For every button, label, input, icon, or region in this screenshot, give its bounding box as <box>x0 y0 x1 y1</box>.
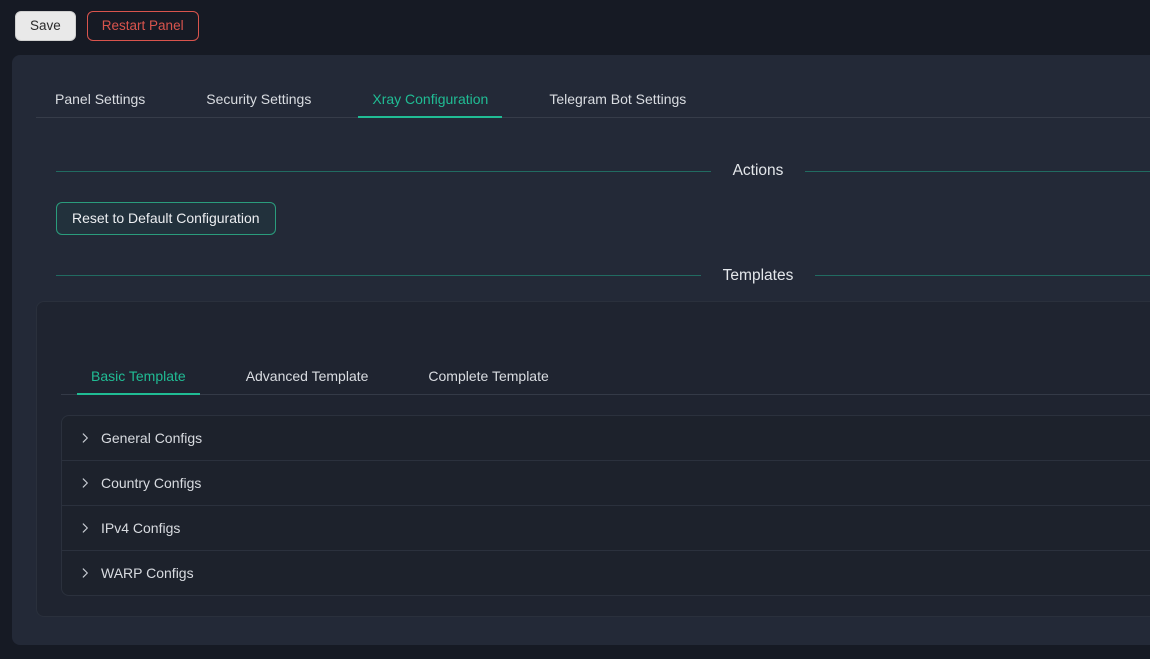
tab-panel-settings[interactable]: Panel Settings <box>41 81 159 117</box>
collapse-label: WARP Configs <box>101 565 194 581</box>
chevron-right-icon <box>78 521 92 535</box>
restart-panel-button[interactable]: Restart Panel <box>87 11 199 41</box>
templates-divider-label: Templates <box>723 267 794 285</box>
collapse-general-configs[interactable]: General Configs <box>62 416 1150 461</box>
template-collapse-group: General Configs Country Configs IPv4 Con… <box>61 415 1150 596</box>
collapse-country-configs[interactable]: Country Configs <box>62 461 1150 506</box>
tab-complete-template[interactable]: Complete Template <box>414 358 562 394</box>
collapse-label: Country Configs <box>101 475 201 491</box>
save-button[interactable]: Save <box>15 11 76 41</box>
settings-card: Panel Settings Security Settings Xray Co… <box>12 55 1150 645</box>
settings-tabs: Panel Settings Security Settings Xray Co… <box>36 81 1150 118</box>
collapse-label: IPv4 Configs <box>101 520 180 536</box>
collapse-label: General Configs <box>101 430 202 446</box>
tab-xray-configuration[interactable]: Xray Configuration <box>358 81 502 117</box>
actions-divider-label: Actions <box>733 162 784 180</box>
template-tabs: Basic Template Advanced Template Complet… <box>61 358 1150 395</box>
chevron-right-icon <box>78 476 92 490</box>
tab-security-settings[interactable]: Security Settings <box>192 81 325 117</box>
templates-divider: Templates <box>56 267 1150 285</box>
tab-basic-template[interactable]: Basic Template <box>77 358 200 394</box>
templates-card: Basic Template Advanced Template Complet… <box>36 301 1150 617</box>
collapse-warp-configs[interactable]: WARP Configs <box>62 551 1150 595</box>
tab-advanced-template[interactable]: Advanced Template <box>232 358 383 394</box>
reset-to-default-button[interactable]: Reset to Default Configuration <box>56 202 276 235</box>
toolbar: Save Restart Panel <box>0 0 1150 52</box>
actions-divider: Actions <box>56 162 1150 180</box>
tab-telegram-bot-settings[interactable]: Telegram Bot Settings <box>535 81 700 117</box>
chevron-right-icon <box>78 566 92 580</box>
collapse-ipv4-configs[interactable]: IPv4 Configs <box>62 506 1150 551</box>
chevron-right-icon <box>78 431 92 445</box>
